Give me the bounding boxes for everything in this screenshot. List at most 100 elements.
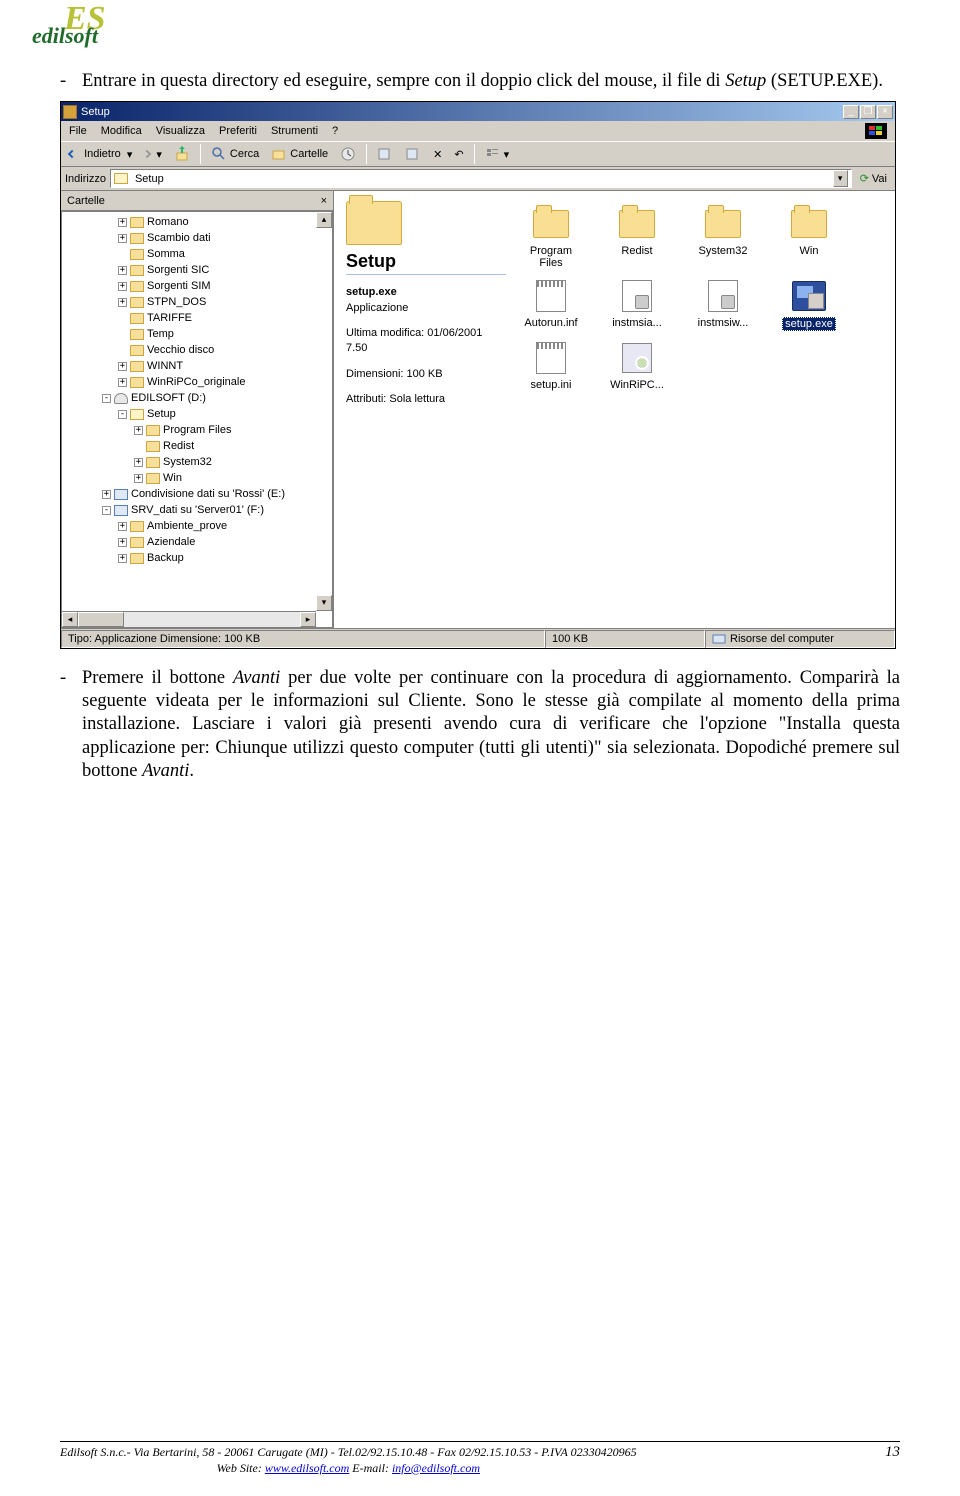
search-button[interactable]: Cerca	[207, 144, 263, 164]
folder-icon	[130, 345, 144, 356]
tree-item[interactable]: -EDILSOFT (D:)	[66, 390, 332, 406]
tree-item[interactable]: +Program Files	[66, 422, 332, 438]
window-title: Setup	[81, 106, 110, 118]
file-label: Redist	[621, 245, 652, 257]
footer-website-link[interactable]: www.edilsoft.com	[265, 1461, 349, 1475]
tree-item[interactable]: +Condivisione dati su 'Rossi' (E:)	[66, 486, 332, 502]
tree-item[interactable]: +Sorgenti SIM	[66, 278, 332, 294]
file-item[interactable]: System32	[690, 205, 756, 269]
delete-button[interactable]: ✕	[429, 146, 446, 163]
address-field[interactable]: Setup ▾	[110, 169, 852, 188]
undo-button[interactable]: ↶	[450, 146, 467, 163]
folder-icon	[146, 457, 160, 468]
menubar: File Modifica Visualizza Preferiti Strum…	[61, 121, 895, 141]
tree-item[interactable]: +Sorgenti SIC	[66, 262, 332, 278]
file-label: WinRiPC...	[610, 379, 664, 391]
folders-button[interactable]: Cartelle	[267, 144, 332, 164]
file-item[interactable]: Win	[776, 205, 842, 269]
minimize-button[interactable]: _	[843, 105, 859, 119]
statusbar: Tipo: Applicazione Dimensione: 100 KB 10…	[61, 628, 895, 648]
p1-c: (SETUP.EXE).	[766, 71, 883, 91]
folder-icon	[130, 521, 144, 532]
p2-a: Premere il bottone	[82, 668, 233, 688]
folder-icon	[130, 297, 144, 308]
file-item[interactable]: setup.exe	[776, 277, 842, 331]
forward-button[interactable]: ▾	[140, 146, 166, 163]
icons-area[interactable]: Program Files Redist System32 Win Autorun.in…	[512, 191, 895, 628]
address-value: Setup	[135, 173, 164, 185]
file-item[interactable]: WinRiPC...	[604, 339, 670, 391]
windows-flag-icon	[865, 123, 887, 139]
menu-file[interactable]: File	[69, 125, 87, 137]
tree-item[interactable]: -Setup	[66, 406, 332, 422]
tree-item[interactable]: +Romano	[66, 214, 332, 230]
file-label: Program Files	[518, 245, 584, 269]
tree-item[interactable]: +WinRiPCo_originale	[66, 374, 332, 390]
file-label: Win	[800, 245, 819, 257]
page-number: 13	[885, 1444, 900, 1461]
tree-item[interactable]: +System32	[66, 454, 332, 470]
file-label: setup.ini	[531, 379, 572, 391]
file-item[interactable]: Autorun.inf	[518, 277, 584, 331]
winripc-icon	[617, 339, 657, 377]
tree-item[interactable]: +Ambiente_prove	[66, 518, 332, 534]
tree-body[interactable]: ▴ +Romano+Scambio datiSomma+Sorgenti SIC…	[61, 211, 333, 628]
menu-strumenti[interactable]: Strumenti	[271, 125, 318, 137]
file-item[interactable]: Redist	[604, 205, 670, 269]
tree-scroll-down[interactable]: ▾	[316, 595, 332, 611]
menu-preferiti[interactable]: Preferiti	[219, 125, 257, 137]
file-item[interactable]: instmsiw...	[690, 277, 756, 331]
cfg-icon	[617, 277, 657, 315]
menu-visualizza[interactable]: Visualizza	[156, 125, 205, 137]
p2-b: Avanti	[233, 668, 280, 688]
tree-scroll-up[interactable]: ▴	[316, 212, 332, 228]
file-item[interactable]: instmsia...	[604, 277, 670, 331]
tree-item[interactable]: +STPN_DOS	[66, 294, 332, 310]
folder-icon	[531, 205, 571, 243]
tree-item[interactable]: Somma	[66, 246, 332, 262]
menu-help[interactable]: ?	[332, 125, 338, 137]
footer-website-label: Web Site:	[217, 1461, 265, 1475]
file-item[interactable]: Program Files	[518, 205, 584, 269]
history-button[interactable]	[336, 144, 360, 164]
file-label: System32	[699, 245, 748, 257]
tb-icon-1[interactable]	[373, 144, 397, 164]
folder-icon	[130, 281, 144, 292]
folder-icon	[703, 205, 743, 243]
tree-item[interactable]: +WINNT	[66, 358, 332, 374]
go-button[interactable]: ⟳Vai	[856, 170, 891, 187]
tree-item[interactable]: Vecchio disco	[66, 342, 332, 358]
folder-icon	[146, 425, 160, 436]
maximize-button[interactable]: ❐	[860, 105, 876, 119]
views-button[interactable]: ▾	[481, 144, 514, 164]
tree-item[interactable]: TARIFFE	[66, 310, 332, 326]
file-item[interactable]: setup.ini	[518, 339, 584, 391]
menu-modifica[interactable]: Modifica	[101, 125, 142, 137]
tree-item[interactable]: +Aziendale	[66, 534, 332, 550]
file-label: instmsiw...	[698, 317, 749, 329]
logo-text: edilsoft	[32, 23, 98, 49]
folder-icon	[130, 233, 144, 244]
back-button[interactable]: Indietro ▾	[65, 146, 136, 163]
close-button[interactable]: ×	[877, 105, 893, 119]
tree-hscroll[interactable]: ◂▸	[62, 611, 316, 627]
tree-item[interactable]: Redist	[66, 438, 332, 454]
window-icon	[63, 105, 77, 119]
tree-item[interactable]: Temp	[66, 326, 332, 342]
tree-close-icon[interactable]: ×	[321, 195, 327, 207]
folder-icon	[617, 205, 657, 243]
tree-item[interactable]: +Win	[66, 470, 332, 486]
up-button[interactable]	[170, 144, 194, 164]
address-dropdown[interactable]: ▾	[833, 170, 848, 187]
footer-email-link[interactable]: info@edilsoft.com	[392, 1461, 480, 1475]
tree-item[interactable]: +Backup	[66, 550, 332, 566]
notepad-icon	[531, 277, 571, 315]
tree-item[interactable]: -SRV_dati su 'Server01' (F:)	[66, 502, 332, 518]
tree-item[interactable]: +Scambio dati	[66, 230, 332, 246]
status-mid: 100 KB	[545, 630, 705, 648]
folder-icon	[130, 537, 144, 548]
folder-icon	[130, 249, 144, 260]
p1-b: Setup	[725, 71, 766, 91]
tb-icon-2[interactable]	[401, 144, 425, 164]
folder-icon	[114, 173, 128, 184]
